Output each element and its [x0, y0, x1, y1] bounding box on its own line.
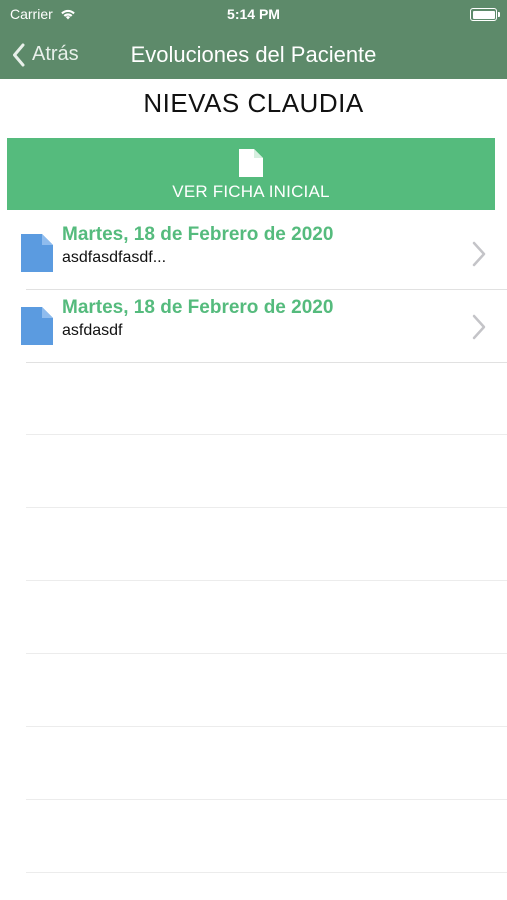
- empty-row-separator: [26, 799, 507, 800]
- evolucion-date: Martes, 18 de Febrero de 2020: [62, 297, 334, 318]
- evolucion-note: asdfasdfasdf...: [62, 249, 167, 266]
- patient-name: NIEVAS CLAUDIA: [143, 88, 364, 118]
- empty-row-separator: [26, 434, 507, 435]
- empty-row-separator: [26, 726, 507, 727]
- file-icon: [21, 234, 53, 272]
- chevron-left-icon: [13, 43, 25, 66]
- document-icon: [239, 149, 263, 177]
- evolucion-date: Martes, 18 de Febrero de 2020: [62, 224, 334, 245]
- ver-ficha-inicial-button[interactable]: VER FICHA INICIAL: [7, 138, 495, 210]
- evoluciones-list: Martes, 18 de Febrero de 2020 asdfasdfas…: [0, 217, 507, 363]
- empty-row-separator: [26, 507, 507, 508]
- evolucion-note: asfdasdf: [62, 322, 123, 339]
- empty-row-separator: [26, 872, 507, 873]
- status-bar: Carrier 5:14 PM: [0, 0, 507, 30]
- ver-ficha-inicial-label: VER FICHA INICIAL: [172, 182, 330, 201]
- chevron-right-icon: [472, 314, 486, 340]
- status-time: 5:14 PM: [227, 6, 280, 22]
- file-icon: [21, 307, 53, 345]
- empty-row-separator: [26, 653, 507, 654]
- back-button-label: Atrás: [32, 43, 79, 65]
- navigation-bar: Evoluciones del Paciente Atrás: [0, 30, 507, 79]
- evolucion-row[interactable]: Martes, 18 de Febrero de 2020 asfdasdf: [0, 290, 507, 363]
- empty-row-separator: [26, 580, 507, 581]
- back-button[interactable]: Atrás: [12, 30, 79, 79]
- chevron-right-icon: [472, 241, 486, 267]
- battery-icon: [470, 8, 500, 21]
- evolucion-row[interactable]: Martes, 18 de Febrero de 2020 asdfasdfas…: [0, 217, 507, 290]
- row-separator: [26, 362, 507, 363]
